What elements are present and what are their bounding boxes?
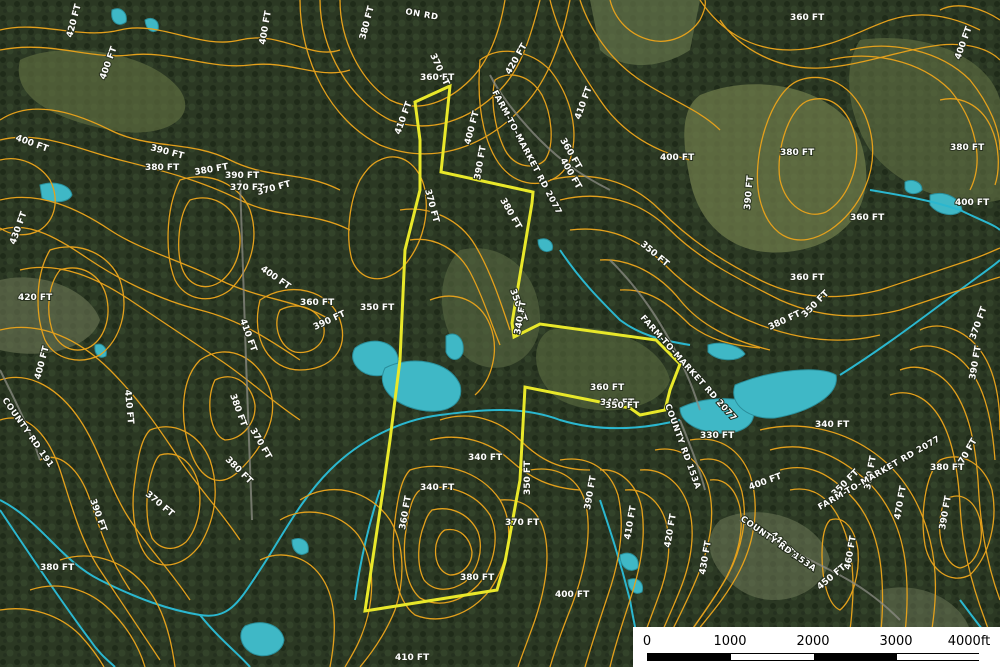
scale-segment (731, 654, 814, 660)
topo-map: 420 FT 400 FT 390 FT 380 FT 370 FT 360 FT 350 … (0, 0, 1000, 667)
contour-label: 400 FT (555, 590, 590, 600)
contour-label: 350 FT (523, 460, 533, 495)
contour-label: 380 FT (930, 463, 965, 473)
contour-label: 420 FT (18, 293, 53, 303)
contour-label: 360 FT (590, 383, 625, 393)
scale-tick-4000: 4000ft (947, 634, 991, 649)
contour-label: 350 FT (605, 401, 640, 411)
scale-tick-0: 0 (642, 634, 652, 649)
scale-segment (814, 654, 897, 660)
contour-label: 370 FT (505, 518, 540, 528)
contour-label: 380 FT (950, 143, 985, 153)
contour-label: 390 FT (225, 171, 260, 181)
contour-label: 400 FT (660, 153, 695, 163)
contour-label: 360 FT (790, 13, 825, 23)
contour-label: 340 FT (420, 483, 455, 493)
contour-label: 340 FT (815, 420, 850, 430)
contour-label: 340 FT (468, 453, 503, 463)
contour-label: 410 FT (395, 653, 430, 663)
map-canvas[interactable]: 420 FT 400 FT 390 FT 380 FT 370 FT 360 FT 350 … (0, 0, 1000, 667)
contour-label: 380 FT (460, 573, 495, 583)
scale-segment (897, 654, 980, 660)
scale-tick-3000: 3000 (879, 634, 913, 649)
contour-label: 360 FT (850, 213, 885, 223)
contour-label: 380 FT (145, 163, 180, 173)
contour-label: 360 FT (790, 273, 825, 283)
scale-segment (648, 654, 731, 660)
contour-label: 360 FT (300, 298, 335, 308)
contour-label: 330 FT (700, 431, 735, 441)
scale-bar: 0 1000 2000 3000 4000ft (633, 627, 1000, 667)
contour-label: 350 FT (360, 303, 395, 313)
scale-tick-2000: 2000 (796, 634, 830, 649)
contour-label: 400 FT (955, 198, 990, 208)
contour-label: 360 FT (420, 73, 455, 83)
contour-label: 380 FT (780, 148, 815, 158)
scale-bar-graphic (647, 653, 980, 661)
scale-tick-1000: 1000 (713, 634, 747, 649)
contour-label: 380 FT (40, 563, 75, 573)
